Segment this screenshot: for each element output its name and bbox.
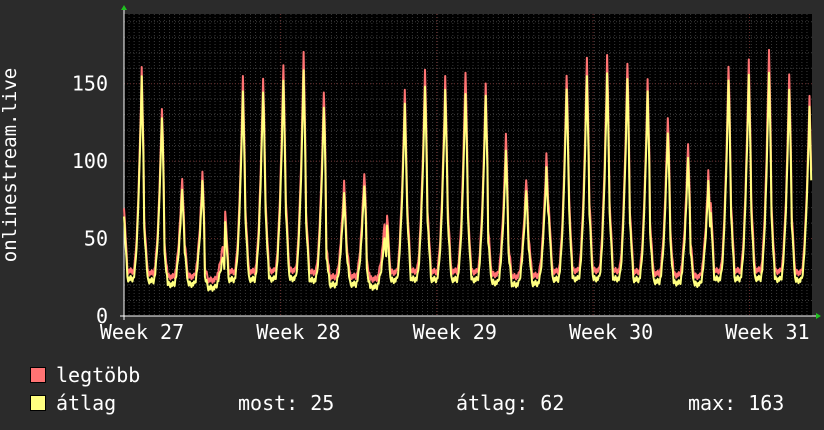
stat-average: átlag: 62 <box>456 391 565 415</box>
x-tick-label: Week 31 <box>725 320 809 344</box>
legend-swatch-legtobb <box>30 367 46 383</box>
x-tick-label: Week 27 <box>100 320 184 344</box>
legend-label-legtobb: legtöbb <box>56 363 141 387</box>
y-axis-label: onlinestream.live <box>0 67 21 263</box>
y-axis-arrow <box>121 5 127 10</box>
stat-max: max: 163 <box>688 391 785 415</box>
x-axis-arrow <box>816 313 821 319</box>
stat-current: most: 25 <box>238 391 335 415</box>
y-tick-label: 50 <box>84 227 108 251</box>
y-tick-label: 150 <box>72 72 108 96</box>
y-tick-label: 100 <box>72 149 108 173</box>
legend-item-legtobb: legtöbb <box>30 362 140 388</box>
legend-swatch-atlag <box>30 395 46 411</box>
x-tick-label: Week 30 <box>569 320 653 344</box>
line-chart: 050100150Week 27 Week 28 Week 29 Week 30 Wee… <box>72 5 821 344</box>
x-tick-label: Week 29 <box>413 320 497 344</box>
x-tick-label: Week 28 <box>256 320 340 344</box>
chart-area: 0 50 100 150 Week 27 Week 28 Week 29 Week 30 Wee… <box>0 0 824 350</box>
legend-label-atlag: átlag <box>56 391 117 415</box>
legend-item-atlag: átlag <box>30 390 116 416</box>
